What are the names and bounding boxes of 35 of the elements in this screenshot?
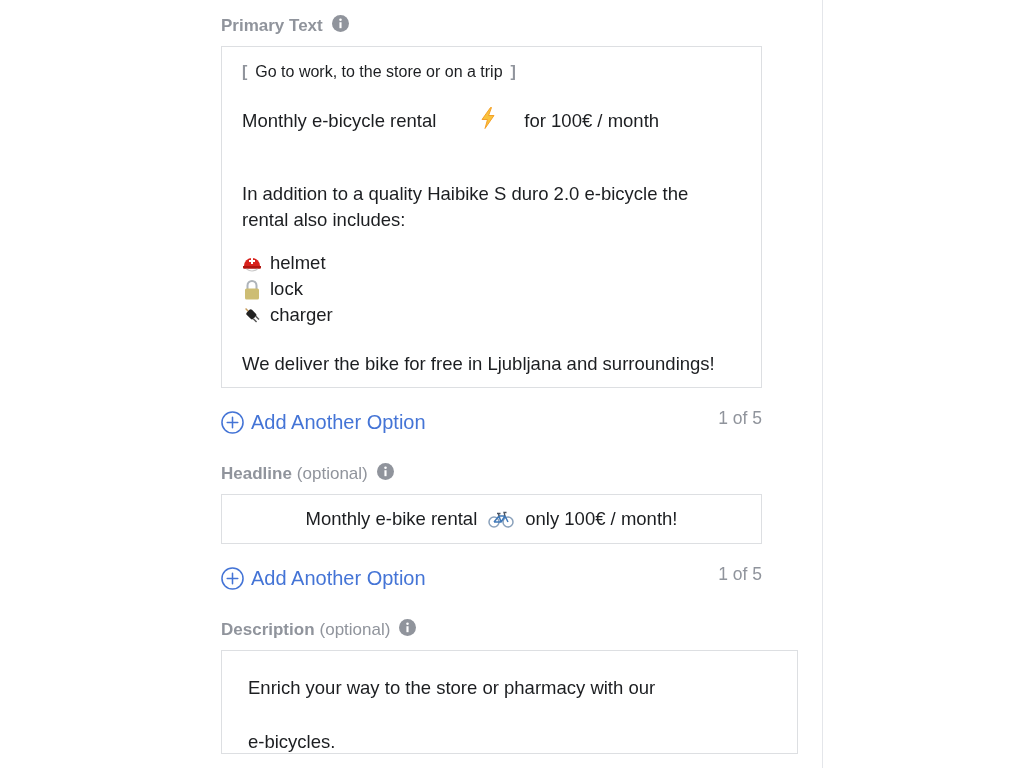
field-label: Primary Text [221, 16, 323, 36]
info-icon[interactable] [331, 14, 349, 32]
description-line: Enrich your way to the store or pharmacy with our [248, 677, 656, 699]
headline-field[interactable]: Monthly e-bike rental only 100€ / month! [221, 494, 762, 544]
bracket-mark: [ [242, 63, 248, 81]
included-item: lock [270, 277, 303, 301]
field-label: Headline [221, 464, 292, 484]
plug-icon [242, 305, 262, 325]
plus-circle-icon [221, 410, 244, 434]
included-item: helmet [270, 251, 326, 275]
headline-price-text: only 100€ / month! [525, 507, 678, 531]
optional-note: (optional) [319, 620, 391, 640]
bicycle-icon [488, 510, 515, 528]
bracket-mark: ] [510, 63, 516, 81]
tagline-text: Go to work, to the store or on a trip [255, 63, 503, 81]
add-option-link[interactable]: Add Another Option [221, 566, 426, 590]
primary-text-field[interactable] [221, 46, 762, 388]
plus-circle-icon [221, 566, 244, 590]
field-label: Description [221, 620, 315, 640]
description-field[interactable]: Enrich your way to the store or pharmacy with our e-bicycles. [221, 650, 798, 754]
intro-paragraph: In addition to a quality Haibike S duro 2.0 e-bicycle the rental also includes: [242, 182, 690, 232]
delivery-paragraph: We deliver the bike for free in Ljubljana and surroundings! [242, 352, 715, 376]
info-icon[interactable] [399, 618, 417, 636]
optional-note: (optional) [296, 464, 368, 484]
lightning-icon [480, 107, 497, 129]
headline-text: Monthly e-bike rental [305, 507, 478, 531]
info-icon[interactable] [376, 462, 394, 480]
add-option-link[interactable]: Add Another Option [221, 410, 426, 434]
included-item: charger [270, 303, 333, 327]
option-counter: 1 of 5 [718, 407, 762, 429]
option-counter: 1 of 5 [718, 563, 762, 585]
offer-text: Monthly e-bicycle rental [242, 109, 437, 133]
padlock-icon [242, 278, 262, 300]
price-text: for 100€ / month [524, 109, 660, 133]
description-line: e-bicycles. [248, 731, 336, 753]
